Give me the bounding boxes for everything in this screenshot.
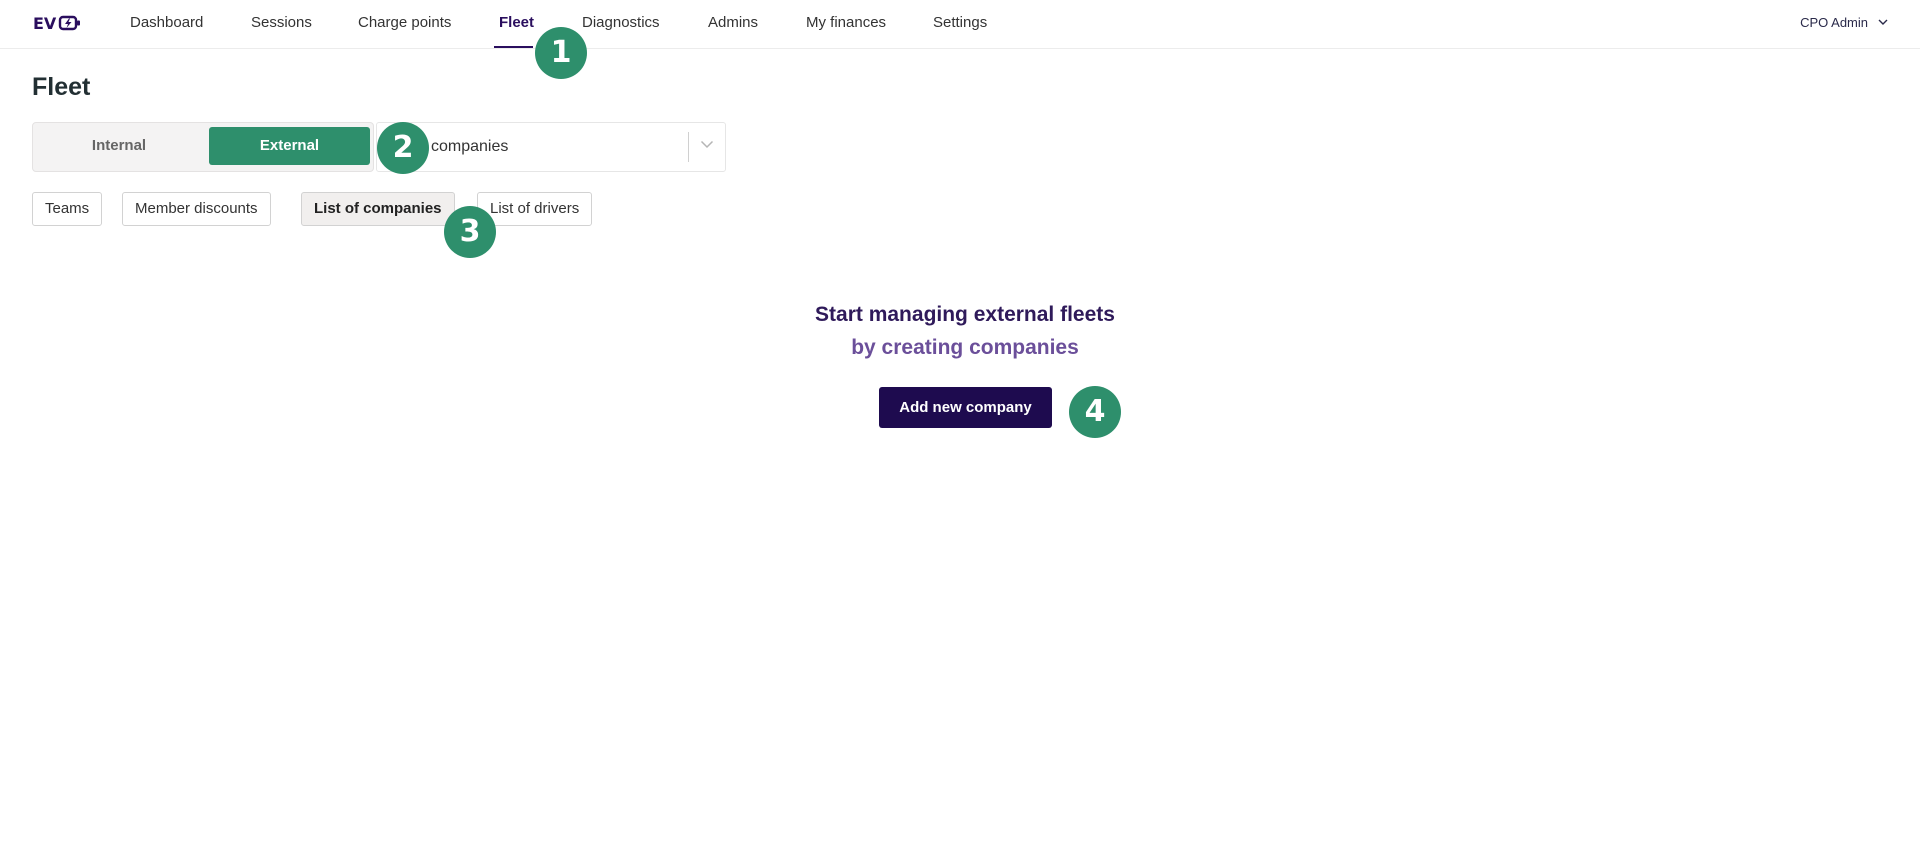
- tab-teams[interactable]: Teams: [32, 192, 103, 226]
- empty-state-subtitle: by creating companies: [851, 336, 1079, 359]
- nav-my-finances[interactable]: My finances: [806, 14, 886, 31]
- step-badge-3: 3: [444, 206, 496, 258]
- empty-state-title: Start managing external fleets: [815, 303, 1115, 326]
- top-nav: EV Dashboard Sessions Charge points Flee…: [0, 0, 1920, 49]
- active-nav-indicator: [494, 46, 533, 48]
- plug-bolt-icon: [59, 15, 81, 31]
- toggle-internal[interactable]: Internal: [37, 127, 201, 165]
- user-menu-label: CPO Admin: [1800, 15, 1868, 30]
- page-title: Fleet: [32, 73, 91, 101]
- nav-settings[interactable]: Settings: [933, 14, 987, 31]
- nav-fleet[interactable]: Fleet: [499, 14, 534, 31]
- tab-list-of-drivers[interactable]: List of drivers: [477, 192, 593, 226]
- tab-list-of-companies[interactable]: List of companies: [301, 192, 455, 226]
- select-divider: [688, 132, 689, 162]
- app-root: EV Dashboard Sessions Charge points Flee…: [0, 0, 1920, 867]
- step-badge-4: 4: [1069, 386, 1121, 438]
- chevron-down-icon: [1878, 19, 1888, 25]
- toggle-external[interactable]: External: [209, 127, 370, 165]
- tab-member-discounts[interactable]: Member discounts: [122, 192, 271, 226]
- step-badge-1: 1: [535, 27, 587, 79]
- step-badge-2: 2: [377, 122, 429, 174]
- nav-charge-points[interactable]: Charge points: [358, 14, 451, 31]
- nav-diagnostics[interactable]: Diagnostics: [582, 14, 660, 31]
- nav-admins[interactable]: Admins: [708, 14, 758, 31]
- view-select-value: companies: [431, 138, 509, 155]
- add-new-company-button[interactable]: Add new company: [879, 387, 1052, 428]
- chevron-down-icon: [700, 140, 714, 149]
- user-menu[interactable]: CPO Admin: [1800, 15, 1888, 30]
- nav-dashboard[interactable]: Dashboard: [130, 14, 203, 31]
- logo-text: EV: [33, 13, 57, 33]
- nav-sessions[interactable]: Sessions: [251, 14, 312, 31]
- fleet-type-toggle: Internal External: [32, 122, 374, 172]
- logo[interactable]: EV: [33, 12, 82, 34]
